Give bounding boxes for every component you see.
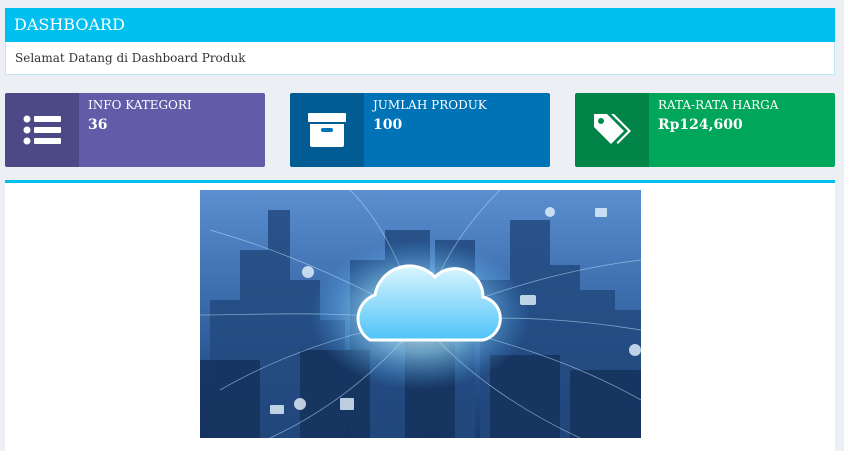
jumlah-produk-value: 100 [373, 117, 403, 133]
jumlah-produk-label: JUMLAH PRODUK [373, 98, 487, 112]
archive-icon [290, 93, 364, 167]
info-kategori-value: 36 [88, 117, 108, 133]
dashboard-page: DASHBOARD Selamat Datang di Dashboard Pr… [0, 0, 844, 451]
info-box-kategori: INFO KATEGORI 36 [5, 93, 265, 167]
info-kategori-label: INFO KATEGORI [88, 98, 192, 112]
welcome-text: Selamat Datang di Dashboard Produk [15, 51, 246, 65]
page-title: DASHBOARD [5, 8, 835, 42]
image-panel [5, 180, 835, 451]
header-panel: DASHBOARD Selamat Datang di Dashboard Pr… [5, 8, 835, 75]
list-icon [5, 93, 79, 167]
cloud-computing-city-image [200, 190, 641, 438]
rata-rata-harga-value: Rp124,600 [658, 117, 743, 133]
rata-rata-harga-label: RATA-RATA HARGA [658, 98, 779, 112]
info-box-harga: RATA-RATA HARGA Rp124,600 [575, 93, 835, 167]
info-box-produk: JUMLAH PRODUK 100 [290, 93, 550, 167]
tags-icon [575, 93, 649, 167]
